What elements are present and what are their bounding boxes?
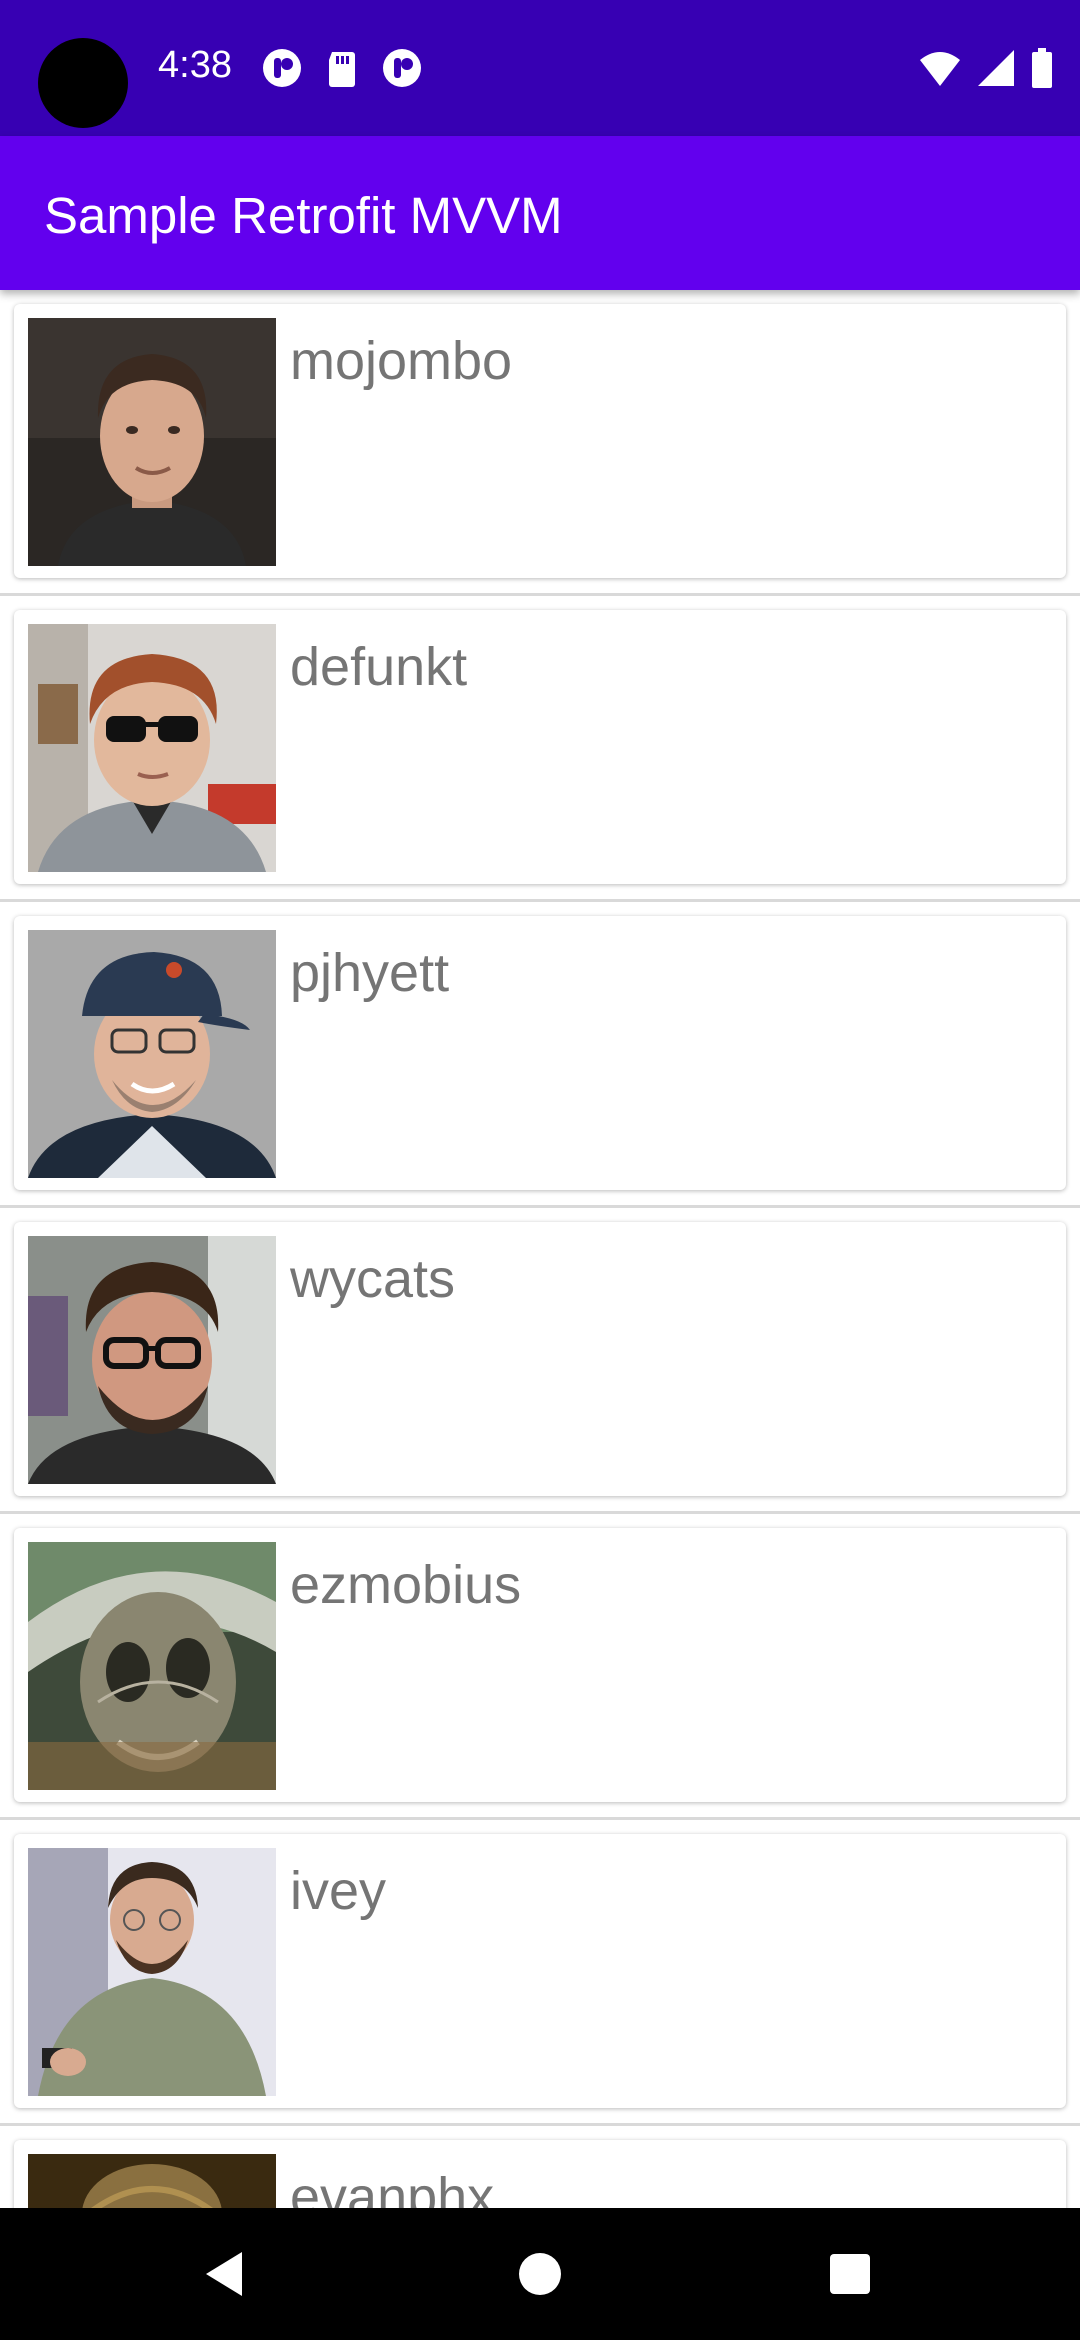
user-card[interactable]: evanphx xyxy=(14,2140,1066,2208)
user-card[interactable]: wycats xyxy=(14,1222,1066,1496)
user-login: mojombo xyxy=(290,331,513,391)
status-bar: 4:38 xyxy=(0,0,1080,136)
user-login: wycats xyxy=(290,1249,456,1309)
list-item[interactable]: mojombo xyxy=(0,290,1080,596)
app-bar: Sample Retrofit MVVM xyxy=(0,136,1080,290)
user-login: evanphx xyxy=(290,2167,495,2208)
list-item[interactable]: pjhyett xyxy=(0,902,1080,1208)
user-avatar xyxy=(28,624,276,872)
user-login: ezmobius xyxy=(290,1555,522,1615)
user-card[interactable]: pjhyett xyxy=(14,916,1066,1190)
system-icons xyxy=(918,48,1054,88)
notification-icons xyxy=(262,48,422,88)
back-icon[interactable] xyxy=(198,2246,254,2302)
notification-app-icon xyxy=(383,49,421,87)
wifi-icon xyxy=(920,52,960,86)
user-list[interactable]: mojombo defunkt pjhyett wycats ezmobius … xyxy=(0,290,1080,2208)
status-time: 4:38 xyxy=(158,44,232,86)
app-title: Sample Retrofit MVVM xyxy=(44,187,563,244)
list-item[interactable]: ezmobius xyxy=(0,1514,1080,1820)
user-card[interactable]: mojombo xyxy=(14,304,1066,578)
list-item[interactable]: ivey xyxy=(0,1820,1080,2126)
notification-app-icon xyxy=(263,49,301,87)
user-avatar xyxy=(28,1542,276,1790)
list-item[interactable]: evanphx xyxy=(0,2126,1080,2208)
user-avatar xyxy=(28,930,276,1178)
list-item[interactable]: wycats xyxy=(0,1208,1080,1514)
user-card[interactable]: ezmobius xyxy=(14,1528,1066,1802)
user-card[interactable]: ivey xyxy=(14,1834,1066,2108)
user-avatar xyxy=(28,318,276,566)
sd-card-icon xyxy=(329,52,355,87)
user-avatar xyxy=(28,2154,276,2208)
cellular-signal-icon xyxy=(978,50,1014,86)
user-login: pjhyett xyxy=(290,943,450,1003)
user-avatar xyxy=(28,1848,276,2096)
battery-icon xyxy=(1032,48,1052,88)
user-login: ivey xyxy=(290,1861,387,1921)
navigation-bar xyxy=(0,2208,1080,2340)
user-login: defunkt xyxy=(290,637,468,697)
home-icon[interactable] xyxy=(512,2246,568,2302)
user-avatar xyxy=(28,1236,276,1484)
camera-cutout xyxy=(38,38,128,128)
list-item[interactable]: defunkt xyxy=(0,596,1080,902)
recents-icon[interactable] xyxy=(822,2246,878,2302)
user-card[interactable]: defunkt xyxy=(14,610,1066,884)
